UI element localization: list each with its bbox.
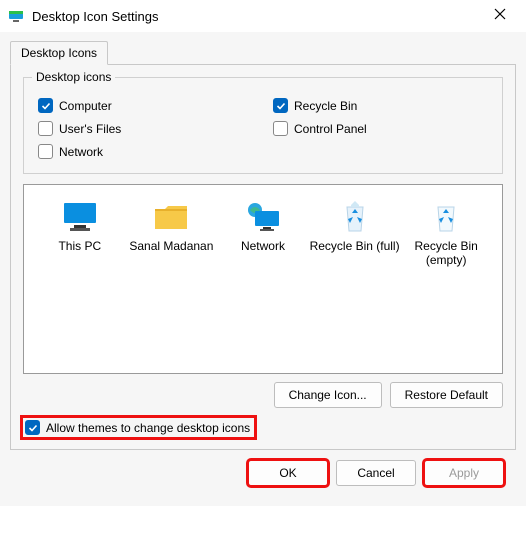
- button-label: Cancel: [357, 466, 394, 480]
- ok-button[interactable]: OK: [248, 460, 328, 486]
- icon-label: Sanal Madanan: [126, 239, 218, 253]
- checkmark-icon: [25, 420, 40, 435]
- checkmark-icon: [38, 98, 53, 113]
- tab-panel: Desktop icons Computer Recycle Bin: [10, 64, 516, 450]
- desktop-icons-group: Desktop icons Computer Recycle Bin: [23, 77, 503, 174]
- icon-preview-list: This PC Sanal Madanan: [23, 184, 503, 374]
- button-label: Change Icon...: [289, 388, 367, 402]
- checkbox-recyclebin[interactable]: Recycle Bin: [273, 98, 488, 113]
- icon-label: This PC: [34, 239, 126, 253]
- button-label: Restore Default: [405, 388, 488, 402]
- app-icon: [8, 8, 24, 24]
- checkbox-label: Computer: [59, 99, 112, 113]
- button-label: OK: [279, 466, 296, 480]
- icon-network[interactable]: Network: [217, 199, 309, 253]
- apply-button[interactable]: Apply: [424, 460, 504, 486]
- folder-icon: [151, 199, 191, 235]
- network-monitor-icon: [243, 199, 283, 235]
- window-title: Desktop Icon Settings: [32, 9, 484, 24]
- monitor-icon: [60, 199, 100, 235]
- checkbox-label: Network: [59, 145, 103, 159]
- tab-label: Desktop Icons: [21, 46, 97, 60]
- icon-user-folder[interactable]: Sanal Madanan: [126, 199, 218, 253]
- checkbox-box: [38, 144, 53, 159]
- checkbox-label: Allow themes to change desktop icons: [46, 421, 250, 435]
- titlebar: Desktop Icon Settings: [0, 0, 526, 32]
- checkbox-control-panel[interactable]: Control Panel: [273, 121, 488, 136]
- cancel-button[interactable]: Cancel: [336, 460, 416, 486]
- checkbox-label: Recycle Bin: [294, 99, 357, 113]
- change-icon-button[interactable]: Change Icon...: [274, 382, 382, 408]
- icon-recycle-full[interactable]: Recycle Bin (full): [309, 199, 401, 253]
- group-legend: Desktop icons: [32, 70, 115, 84]
- icon-recycle-empty[interactable]: Recycle Bin (empty): [400, 199, 492, 268]
- checkbox-label: User's Files: [59, 122, 121, 136]
- dialog-footer: OK Cancel Apply: [10, 450, 516, 496]
- checkbox-users-files[interactable]: User's Files: [38, 121, 253, 136]
- checkmark-icon: [273, 98, 288, 113]
- icon-this-pc[interactable]: This PC: [34, 199, 126, 253]
- icon-label: Network: [217, 239, 309, 253]
- icon-label: Recycle Bin (full): [309, 239, 401, 253]
- button-label: Apply: [449, 466, 479, 480]
- checkbox-box: [273, 121, 288, 136]
- tabstrip: Desktop Icons: [10, 41, 516, 65]
- icon-label: Recycle Bin (empty): [400, 239, 492, 268]
- close-button[interactable]: [484, 4, 516, 28]
- close-icon: [494, 8, 506, 20]
- checkbox-network[interactable]: Network: [38, 144, 253, 159]
- checkbox-label: Control Panel: [294, 122, 367, 136]
- recycle-full-icon: [335, 199, 375, 235]
- checkbox-box: [38, 121, 53, 136]
- tab-desktop-icons[interactable]: Desktop Icons: [10, 41, 108, 65]
- recycle-empty-icon: [426, 199, 466, 235]
- checkbox-allow-themes[interactable]: Allow themes to change desktop icons: [25, 420, 250, 435]
- checkbox-computer[interactable]: Computer: [38, 98, 253, 113]
- restore-default-button[interactable]: Restore Default: [390, 382, 503, 408]
